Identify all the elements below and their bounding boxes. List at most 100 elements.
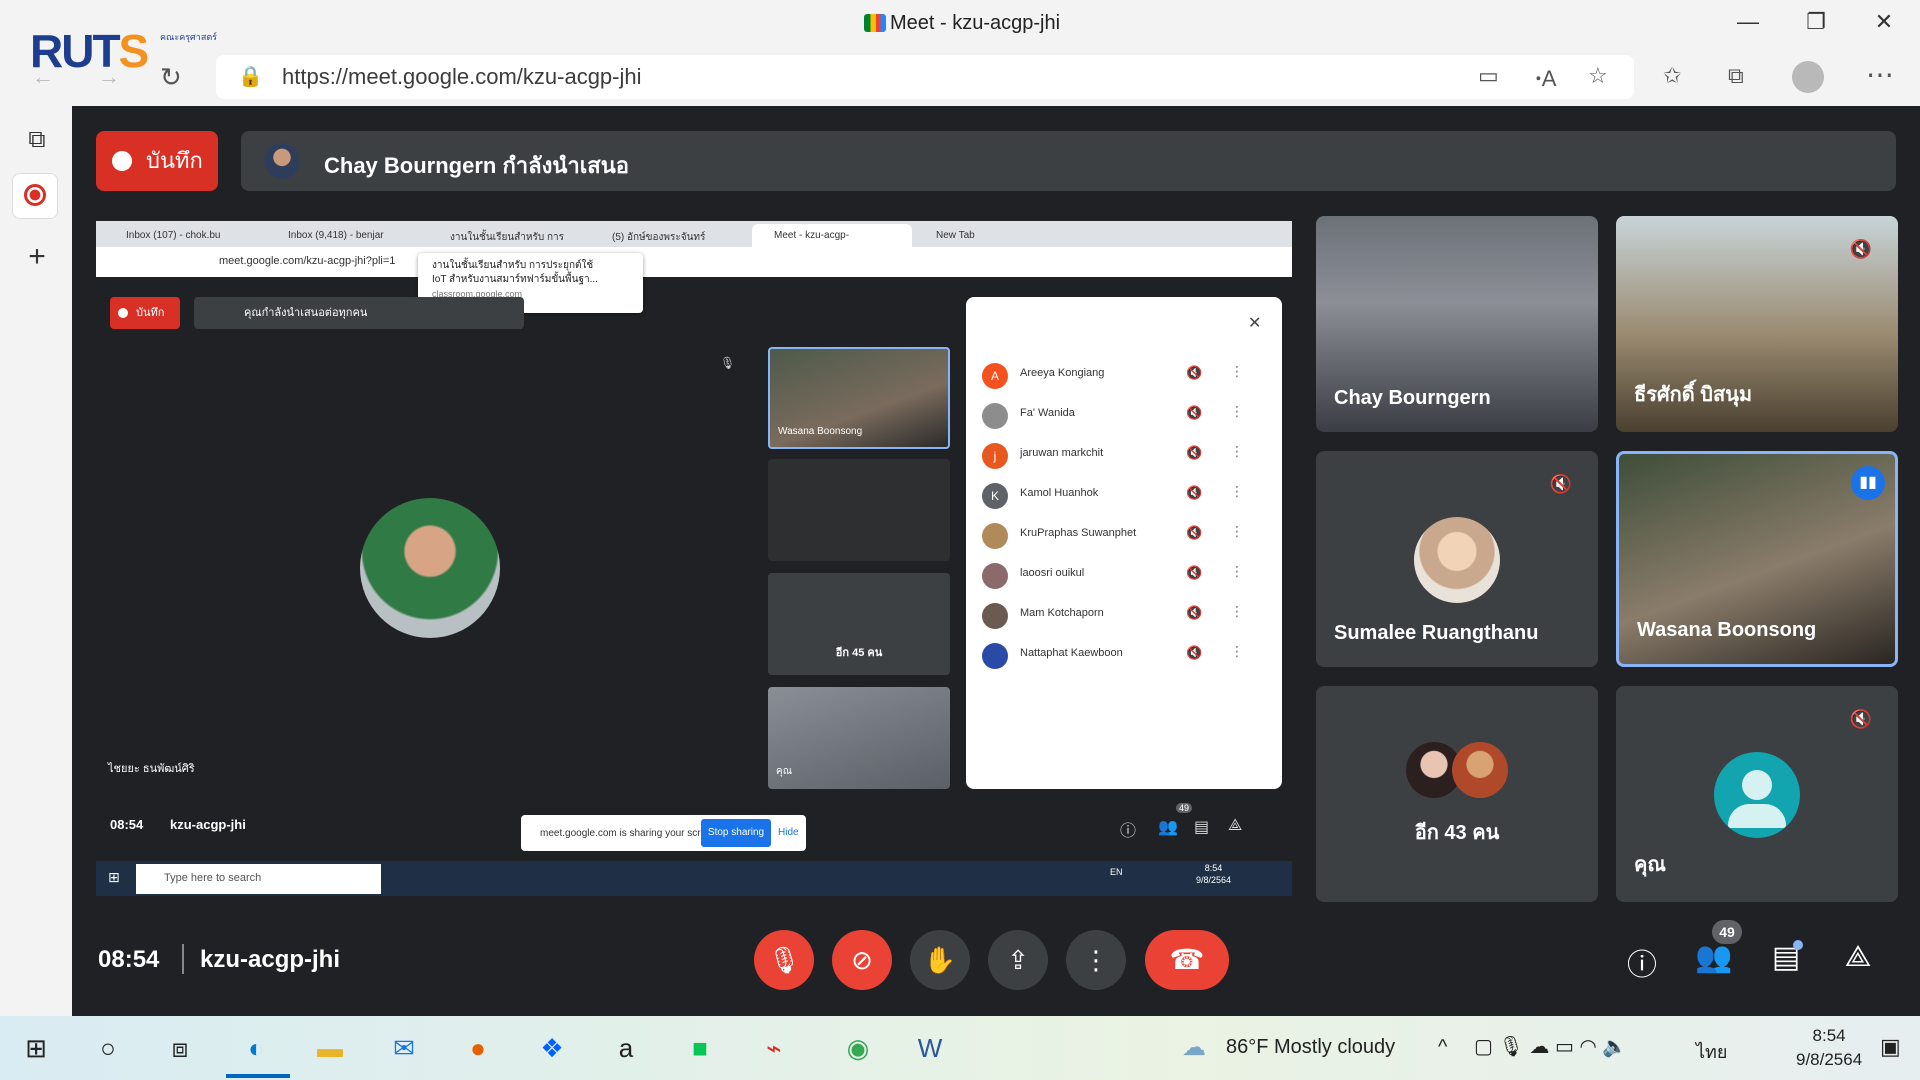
ruts-logo-subtitle: คณะครุศาสตร์ <box>160 32 217 42</box>
present-button[interactable]: ⇪ <box>988 930 1048 990</box>
more-options-button[interactable]: ⋮ <box>1066 930 1126 990</box>
more-vert-icon: ⋮ <box>1230 483 1244 499</box>
more-vert-icon: ⋮ <box>1230 603 1244 619</box>
firefox-icon[interactable]: ● <box>458 1028 498 1068</box>
edge-icon[interactable]: ◐ <box>236 1028 276 1068</box>
url-text[interactable]: https://meet.google.com/kzu-acgp-jhi <box>282 64 642 90</box>
mic-off-icon: 🎙 <box>767 945 801 975</box>
weather-text[interactable]: 86°F Mostly cloudy <box>1226 1036 1395 1059</box>
participant-tile[interactable]: Chay Bourngern <box>1316 216 1598 432</box>
person-name: KruPraphas Suwanphet <box>1020 527 1137 539</box>
people-count-badge: 49 <box>1176 803 1193 813</box>
info-icon: ⓘ <box>1120 823 1137 840</box>
back-icon[interactable]: ← <box>32 64 54 90</box>
acrobat-icon[interactable]: ⌁ <box>754 1028 794 1068</box>
new-tab-icon[interactable]: + <box>22 240 52 273</box>
taskbar-clock[interactable]: 8:54 9/8/2564 <box>1796 1024 1862 1072</box>
more-vert-icon: ⋮ <box>1230 523 1244 539</box>
more-participants-tile[interactable]: อีก 43 คน <box>1316 686 1598 902</box>
activities-icon[interactable]: ⟁ <box>1838 940 1878 974</box>
more-vert-icon: ⋮ <box>1230 643 1244 659</box>
window-title: Meet - kzu-acgp-jhi <box>889 12 1061 34</box>
shared-url: meet.google.com/kzu-acgp-jhi?pli=1 <box>219 255 396 267</box>
participant-name: Wasana Boonsong <box>1637 619 1817 641</box>
raise-hand-button[interactable]: ✋ <box>910 930 970 990</box>
shared-tray-lang: EN <box>1110 867 1123 877</box>
more-vert-icon: ⋮ <box>1083 945 1109 975</box>
windows-start-icon[interactable]: ⊞ <box>16 1028 56 1068</box>
mic-off-icon: 🔇 <box>1849 239 1873 259</box>
mic-off-icon: 🔇 <box>1186 405 1203 420</box>
person-avatar <box>982 563 1008 589</box>
people-row: Mam Kotchaporn 🔇 ⋮ <box>972 597 1272 637</box>
shared-tray-clock: 8:54 9/8/2564 <box>1196 863 1232 885</box>
mic-off-icon: 🎙 <box>720 356 736 370</box>
person-avatar <box>982 603 1008 629</box>
restore-icon[interactable]: ❐ <box>1794 6 1838 38</box>
participant-name: Sumalee Ruangthanu <box>1334 622 1539 644</box>
tray-icons[interactable]: ▢ 🎙 ☁ ▭ ◠ 🔈 <box>1474 1034 1627 1059</box>
hand-icon: ✋ <box>923 945 957 975</box>
camera-toggle-button[interactable]: ⊘ <box>832 930 892 990</box>
favorite-add-icon[interactable]: ☆ <box>1588 63 1608 89</box>
shared-tile: Wasana Boonsong <box>768 347 950 449</box>
mic-toggle-button[interactable]: 🎙 <box>754 930 814 990</box>
person-name: Nattaphat Kaewboon <box>1020 647 1123 659</box>
windows-start-icon: ⊞ <box>108 869 120 885</box>
shared-tab: (5) อักษ์ของพระจันทร์ <box>612 232 706 243</box>
favorites-icon[interactable]: ✩ <box>1663 63 1681 89</box>
tab-actions-icon[interactable]: ⧉ <box>22 126 52 156</box>
people-icon[interactable]: 👥 <box>1694 940 1734 975</box>
reload-icon[interactable]: ↻ <box>160 62 182 93</box>
lock-icon[interactable]: 🔒 <box>238 64 263 89</box>
minimize-icon[interactable]: — <box>1726 6 1770 38</box>
info-icon[interactable]: ⓘ <box>1622 940 1662 984</box>
chrome-icon[interactable]: ◉ <box>838 1028 878 1068</box>
collections-icon[interactable]: ⧉ <box>1728 63 1744 89</box>
line-icon[interactable]: ■ <box>680 1028 720 1068</box>
meeting-code: kzu-acgp-jhi <box>200 946 341 973</box>
presenter-avatar <box>264 143 300 179</box>
mic-off-icon: 🔇 <box>1186 605 1203 620</box>
participant-avatar <box>1414 517 1500 603</box>
hide-button: Hide <box>778 827 799 838</box>
mic-off-icon: 🔇 <box>1186 645 1203 660</box>
profile-avatar[interactable] <box>1792 61 1824 93</box>
people-row: Nattaphat Kaewboon 🔇 ⋮ <box>972 637 1272 677</box>
participant-name: Chay Bourngern <box>1334 387 1491 409</box>
person-name: Areeya Kongiang <box>1020 367 1105 379</box>
dropbox-icon[interactable]: ❖ <box>532 1028 572 1068</box>
people-row: KruPraphas Suwanphet 🔇 ⋮ <box>972 517 1272 557</box>
record-icon <box>24 184 46 206</box>
more-vert-icon: ⋮ <box>1230 563 1244 579</box>
participant-tile[interactable]: 🔇 Sumalee Ruangthanu <box>1316 451 1598 667</box>
task-view-icon[interactable]: ⧈ <box>160 1028 200 1068</box>
notification-icon[interactable]: ▣ <box>1880 1034 1901 1060</box>
tray-chevron-icon[interactable]: ^ <box>1438 1036 1447 1059</box>
presenting-text: Chay Bourngern กำลังนำเสนอ <box>324 153 629 178</box>
forward-icon[interactable]: → <box>98 64 120 90</box>
mail-icon[interactable]: ✉ <box>384 1028 424 1068</box>
more-menu-icon[interactable]: ⋯ <box>1866 58 1894 91</box>
search-circle-icon[interactable]: ○ <box>88 1028 128 1068</box>
shared-search-box: Type here to search <box>136 864 381 894</box>
people-row: K Kamol Huanhok 🔇 ⋮ <box>972 477 1272 517</box>
camera-icon[interactable]: ▭ <box>1478 63 1499 89</box>
participant-tile-speaking[interactable]: ▮▮ Wasana Boonsong <box>1616 451 1898 667</box>
stop-sharing-button: Stop sharing <box>701 819 771 847</box>
activities-icon: ⟁ <box>1228 817 1243 834</box>
participant-tile[interactable]: 🔇 ธีรศักดิ์ บิสนุม <box>1616 216 1898 432</box>
divider <box>182 944 184 974</box>
mic-off-icon: 🔇 <box>1549 474 1573 494</box>
amazon-icon[interactable]: a <box>606 1028 646 1068</box>
self-tile[interactable]: 🔇 คุณ <box>1616 686 1898 902</box>
input-language[interactable]: ไทย <box>1696 1037 1727 1066</box>
weather-icon: ☁ <box>1182 1034 1206 1061</box>
mic-off-icon: 🔇 <box>1186 525 1203 540</box>
leave-call-button[interactable]: ☎ <box>1145 930 1229 990</box>
read-aloud-icon[interactable]: ꞏA <box>1535 63 1556 93</box>
close-icon[interactable]: ✕ <box>1862 6 1906 38</box>
share-notification-text: meet.google.com is sharing your screen. <box>540 828 721 839</box>
file-explorer-icon[interactable]: ▬ <box>310 1028 350 1068</box>
word-icon[interactable]: W <box>910 1028 950 1068</box>
